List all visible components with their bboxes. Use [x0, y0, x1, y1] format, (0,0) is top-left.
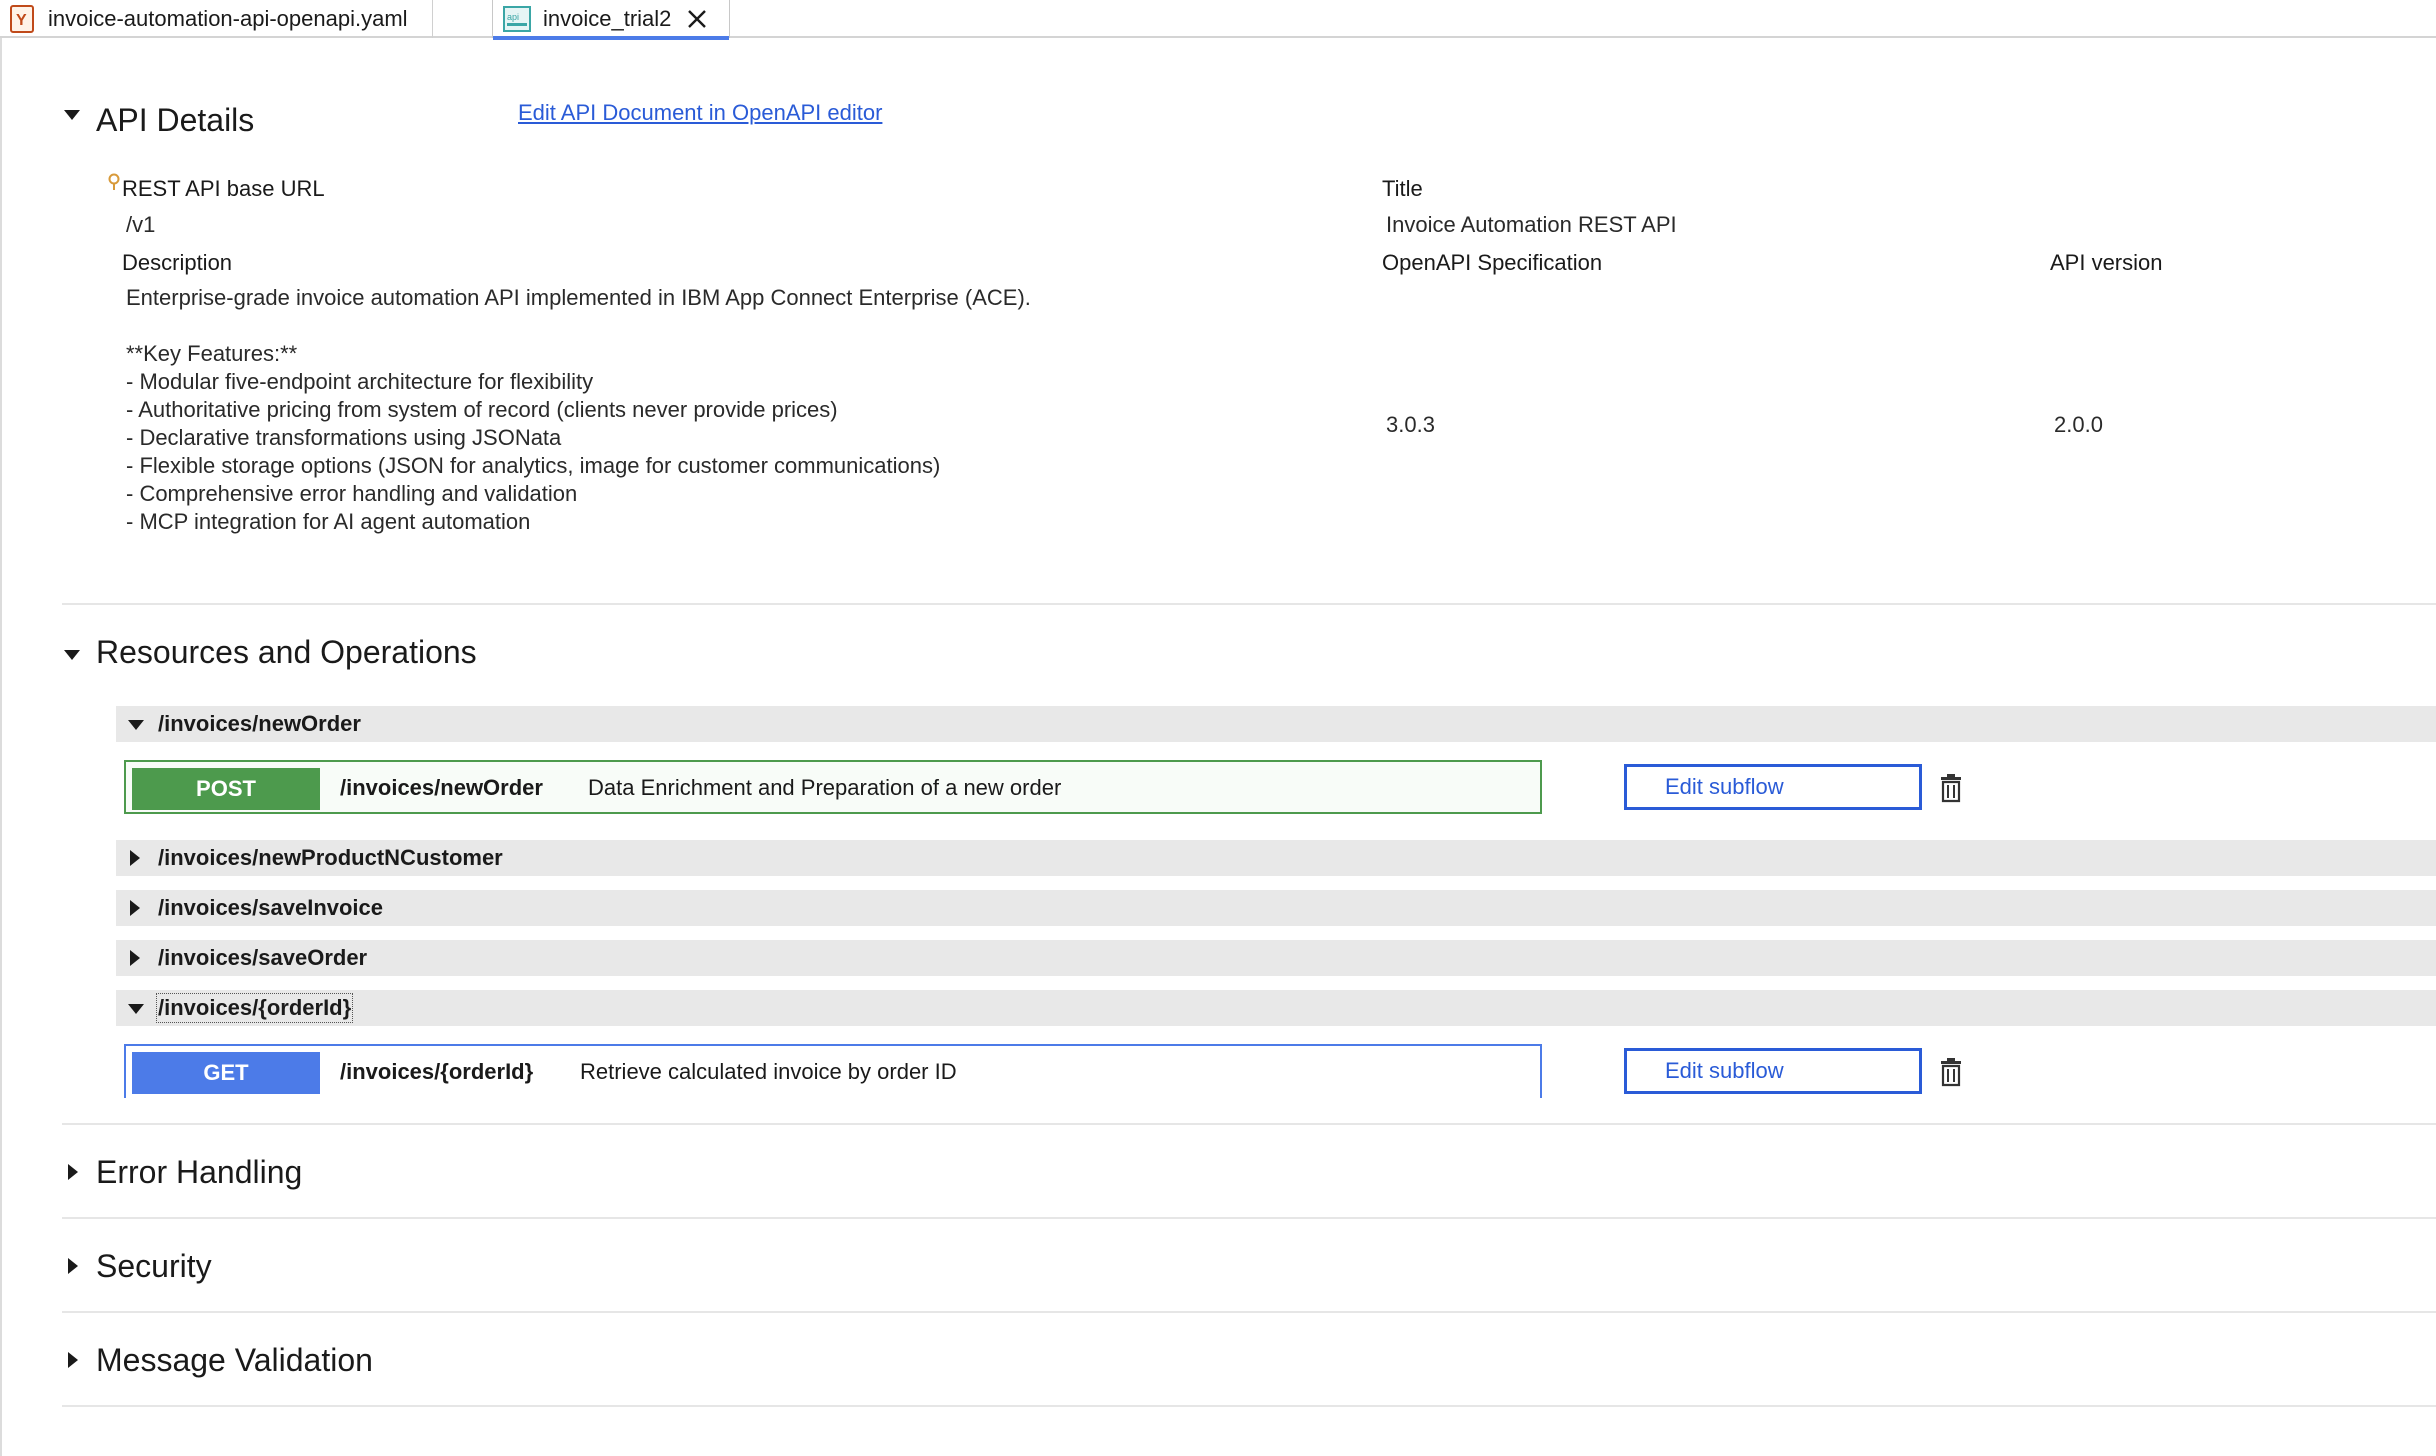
- resource-row-neworder[interactable]: /invoices/newOrder: [116, 706, 2436, 742]
- edit-openapi-link[interactable]: Edit API Document in OpenAPI editor: [518, 100, 882, 126]
- trash-icon[interactable]: [1938, 773, 1964, 803]
- trash-icon[interactable]: [1938, 1057, 1964, 1087]
- base-url-value[interactable]: /v1: [126, 212, 155, 238]
- yaml-file-icon: Y: [10, 5, 34, 33]
- api-version-value[interactable]: 2.0.0: [2054, 412, 2103, 438]
- description-label: Description: [122, 250, 233, 275]
- operation-summary: Data Enrichment and Preparation of a new…: [588, 775, 1062, 800]
- expand-chevron-icon[interactable]: [68, 1164, 78, 1180]
- section-divider: [62, 603, 2436, 605]
- title-value[interactable]: Invoice Automation REST API: [1386, 212, 1677, 238]
- openapi-spec-label: OpenAPI Specification: [1382, 250, 1603, 275]
- resource-row-orderid[interactable]: /invoices/{orderId}: [116, 990, 2436, 1026]
- method-badge-post: POST: [132, 768, 320, 810]
- operation-post-neworder[interactable]: POST /invoices/newOrder Data Enrichment …: [124, 760, 1542, 814]
- svg-text:api: api: [507, 12, 519, 22]
- resource-row-saveinvoice[interactable]: /invoices/saveInvoice: [116, 890, 2436, 926]
- description-value[interactable]: Enterprise-grade invoice automation API …: [126, 284, 1031, 536]
- resource-path: /invoices/saveOrder: [158, 945, 368, 970]
- expand-chevron-icon[interactable]: [130, 850, 140, 866]
- section-title-security[interactable]: Security: [96, 1248, 212, 1285]
- tab-label: invoice-automation-api-openapi.yaml: [48, 6, 408, 31]
- resource-row-newproductncustomer[interactable]: /invoices/newProductNCustomer: [116, 840, 2436, 876]
- editor-left-border: [0, 38, 2, 1456]
- lightbulb-icon: [108, 173, 120, 190]
- editor-tab-bar: Y invoice-automation-api-openapi.yaml ap…: [0, 0, 2436, 40]
- method-badge-get: GET: [132, 1052, 320, 1094]
- close-icon[interactable]: [685, 7, 709, 31]
- operation-summary: Retrieve calculated invoice by order ID: [580, 1059, 957, 1084]
- resource-path: /invoices/{orderId}: [155, 993, 354, 1023]
- edit-subflow-button[interactable]: Edit subflow: [1624, 1048, 1922, 1094]
- title-label: Title: [1382, 176, 1423, 201]
- resource-path: /invoices/saveInvoice: [158, 895, 384, 920]
- expand-chevron-icon[interactable]: [68, 1352, 78, 1368]
- openapi-spec-value[interactable]: 3.0.3: [1386, 412, 1435, 438]
- section-divider: [62, 1405, 2436, 1407]
- collapse-chevron-icon[interactable]: [128, 720, 144, 730]
- api-version-label: API version: [2050, 250, 2163, 275]
- section-divider: [62, 1217, 2436, 1219]
- operation-path: /invoices/newOrder: [340, 775, 543, 800]
- section-title-api-details[interactable]: API Details: [96, 102, 254, 139]
- operation-get-orderid[interactable]: GET /invoices/{orderId} Retrieve calcula…: [124, 1044, 1542, 1098]
- edit-subflow-button[interactable]: Edit subflow: [1624, 764, 1922, 810]
- resource-path: /invoices/newProductNCustomer: [158, 845, 503, 870]
- tab-label: invoice_trial2: [543, 6, 672, 31]
- section-title-resources[interactable]: Resources and Operations: [96, 634, 477, 671]
- expand-chevron-icon[interactable]: [130, 950, 140, 966]
- api-file-icon: api: [503, 6, 531, 32]
- base-url-label: REST API base URL: [122, 176, 325, 201]
- section-title-message-validation[interactable]: Message Validation: [96, 1342, 373, 1379]
- operation-path: /invoices/{orderId}: [340, 1059, 534, 1084]
- section-title-error-handling[interactable]: Error Handling: [96, 1154, 302, 1191]
- tab-openapi-yaml[interactable]: Y invoice-automation-api-openapi.yaml: [10, 0, 433, 38]
- section-divider: [62, 1311, 2436, 1313]
- expand-chevron-icon[interactable]: [68, 1258, 78, 1274]
- resource-row-saveorder[interactable]: /invoices/saveOrder: [116, 940, 2436, 976]
- tab-invoice-trial2[interactable]: api invoice_trial2: [492, 0, 730, 40]
- resource-path: /invoices/newOrder: [158, 711, 361, 736]
- section-divider: [62, 1123, 2436, 1125]
- collapse-chevron-icon[interactable]: [64, 110, 80, 120]
- expand-chevron-icon[interactable]: [130, 900, 140, 916]
- collapse-chevron-icon[interactable]: [128, 1004, 144, 1014]
- collapse-chevron-icon[interactable]: [64, 650, 80, 660]
- svg-text:Y: Y: [16, 12, 27, 29]
